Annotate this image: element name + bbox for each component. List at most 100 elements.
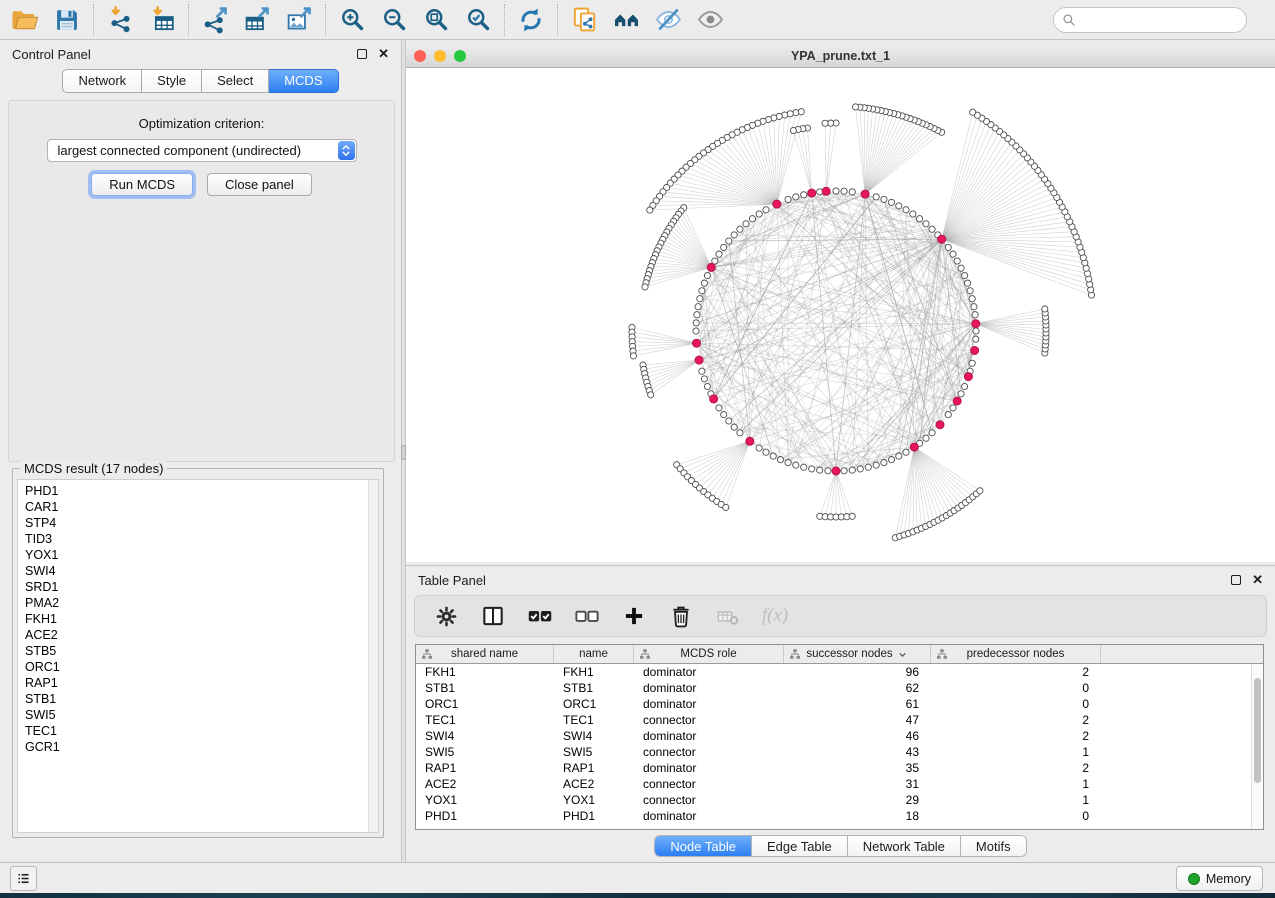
network-node[interactable] xyxy=(841,188,847,194)
mcds-hub-node[interactable] xyxy=(693,339,701,347)
network-node[interactable] xyxy=(967,288,973,294)
delete-columns-button[interactable] xyxy=(666,600,696,632)
network-node[interactable] xyxy=(756,445,762,451)
network-node[interactable] xyxy=(793,462,799,468)
network-node[interactable] xyxy=(965,280,971,286)
mcds-result-item[interactable]: PMA2 xyxy=(25,595,378,611)
network-node[interactable] xyxy=(849,189,855,195)
table-cell[interactable]: connector xyxy=(634,776,784,792)
run-mcds-button[interactable]: Run MCDS xyxy=(91,173,193,196)
network-node[interactable] xyxy=(881,196,887,202)
export-table-button[interactable] xyxy=(236,3,278,37)
mcds-hub-node[interactable] xyxy=(808,189,816,197)
mcds-result-item[interactable]: PHD1 xyxy=(25,483,378,499)
network-node[interactable] xyxy=(642,284,648,290)
criterion-select[interactable]: largest connected component (undirected) xyxy=(47,139,357,162)
mcds-result-item[interactable]: STB5 xyxy=(25,643,378,659)
table-cell[interactable]: 2 xyxy=(931,664,1101,680)
table-cell[interactable]: FKH1 xyxy=(554,664,634,680)
network-node[interactable] xyxy=(917,216,923,222)
table-cell[interactable]: 0 xyxy=(931,680,1101,696)
mcds-hub-node[interactable] xyxy=(972,320,980,328)
table-cell[interactable]: SWI5 xyxy=(416,744,554,760)
table-cell[interactable]: 35 xyxy=(784,760,931,776)
mcds-hub-node[interactable] xyxy=(695,356,703,364)
table-cell[interactable]: connector xyxy=(634,712,784,728)
mcds-hub-node[interactable] xyxy=(822,187,830,195)
zoom-out-button[interactable] xyxy=(373,3,415,37)
network-node[interactable] xyxy=(697,296,703,302)
select-all-button[interactable] xyxy=(525,600,555,632)
network-node[interactable] xyxy=(798,109,804,115)
network-titlebar[interactable]: YPA_prune.txt_1 xyxy=(406,45,1275,68)
table-cell[interactable]: ACE2 xyxy=(554,776,634,792)
network-node[interactable] xyxy=(896,203,902,209)
network-node[interactable] xyxy=(731,232,737,238)
table-cell[interactable]: TEC1 xyxy=(416,712,554,728)
table-cell[interactable]: 29 xyxy=(784,792,931,808)
table-cell[interactable]: dominator xyxy=(634,760,784,776)
fit-content-button[interactable] xyxy=(415,3,457,37)
column-header-shared-name[interactable]: shared name xyxy=(416,645,554,663)
table-cell[interactable]: connector xyxy=(634,744,784,760)
table-cell[interactable]: 1 xyxy=(931,792,1101,808)
column-header-mcds-role[interactable]: MCDS role xyxy=(634,645,784,663)
network-node[interactable] xyxy=(721,412,727,418)
table-cell[interactable]: SWI5 xyxy=(554,744,634,760)
table-cell[interactable]: 61 xyxy=(784,696,931,712)
table-row[interactable]: ORC1ORC1dominator610 xyxy=(416,696,1263,712)
network-node[interactable] xyxy=(903,449,909,455)
mcds-result-item[interactable]: TEC1 xyxy=(25,723,378,739)
network-node[interactable] xyxy=(873,194,879,200)
table-row[interactable]: RAP1RAP1dominator352 xyxy=(416,760,1263,776)
mcds-hub-node[interactable] xyxy=(910,443,918,451)
close-mcds-panel-button[interactable]: Close panel xyxy=(207,173,312,196)
network-node[interactable] xyxy=(969,296,975,302)
table-tab-edge-table[interactable]: Edge Table xyxy=(751,836,847,856)
table-cell[interactable]: dominator xyxy=(634,664,784,680)
export-image-button[interactable] xyxy=(278,3,320,37)
network-node[interactable] xyxy=(865,464,871,470)
table-cell[interactable]: 46 xyxy=(784,728,931,744)
open-file-button[interactable] xyxy=(4,3,46,37)
mcds-hub-node[interactable] xyxy=(746,437,754,445)
network-node[interactable] xyxy=(770,453,776,459)
network-node[interactable] xyxy=(693,328,699,334)
network-node[interactable] xyxy=(785,196,791,202)
table-row[interactable]: STB1STB1dominator620 xyxy=(416,680,1263,696)
float-table-panel-button[interactable] xyxy=(1231,575,1241,585)
network-node[interactable] xyxy=(822,120,828,126)
first-neighbors-button[interactable] xyxy=(605,3,647,37)
network-node[interactable] xyxy=(896,453,902,459)
zoom-in-button[interactable] xyxy=(331,3,373,37)
network-node[interactable] xyxy=(929,430,935,436)
table-cell[interactable]: STB1 xyxy=(416,680,554,696)
network-node[interactable] xyxy=(954,258,960,264)
network-node[interactable] xyxy=(785,460,791,466)
table-cell[interactable]: RAP1 xyxy=(416,760,554,776)
network-graph[interactable] xyxy=(406,68,1275,561)
float-panel-button[interactable] xyxy=(357,49,367,59)
mcds-hub-node[interactable] xyxy=(953,397,961,405)
tab-select[interactable]: Select xyxy=(202,69,269,93)
network-node[interactable] xyxy=(923,435,929,441)
network-node[interactable] xyxy=(723,504,729,510)
network-node[interactable] xyxy=(630,353,636,359)
network-node[interactable] xyxy=(857,466,863,472)
save-session-button[interactable] xyxy=(46,3,88,37)
network-node[interactable] xyxy=(737,226,743,232)
network-node[interactable] xyxy=(973,336,979,342)
table-cell[interactable]: dominator xyxy=(634,728,784,744)
mcds-hub-node[interactable] xyxy=(832,467,840,475)
table-tab-network-table[interactable]: Network Table xyxy=(847,836,960,856)
network-node[interactable] xyxy=(962,272,968,278)
network-node[interactable] xyxy=(749,216,755,222)
table-cell[interactable]: TEC1 xyxy=(554,712,634,728)
network-node[interactable] xyxy=(790,127,796,133)
network-node[interactable] xyxy=(763,207,769,213)
mcds-hub-node[interactable] xyxy=(938,235,946,243)
network-node[interactable] xyxy=(888,457,894,463)
list-menu-button[interactable] xyxy=(10,866,37,891)
network-node[interactable] xyxy=(972,312,978,318)
tab-style[interactable]: Style xyxy=(142,69,202,93)
